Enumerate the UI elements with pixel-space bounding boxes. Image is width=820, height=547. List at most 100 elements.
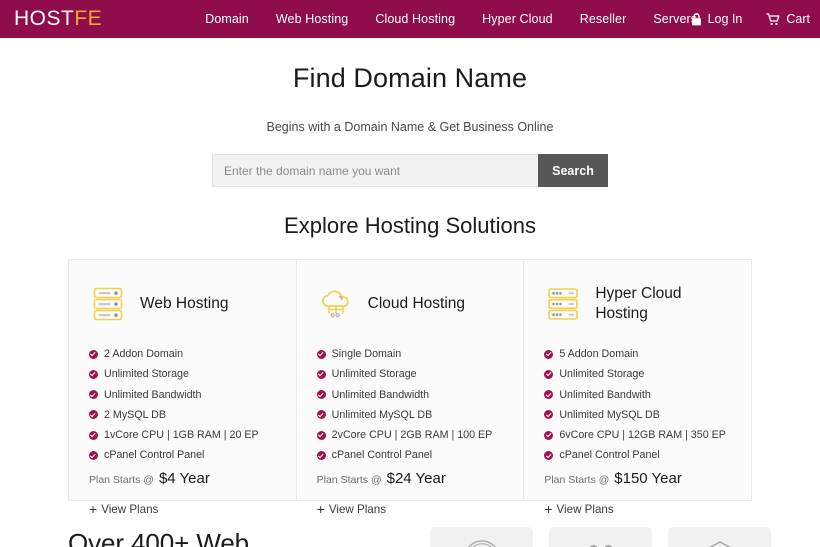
header-actions: Log In Cart	[691, 0, 810, 38]
login-label: Log In	[707, 12, 743, 26]
plan-feature-list: Single Domain Unlimited Storage Unlimite…	[316, 348, 504, 462]
cart-button[interactable]: Cart	[766, 12, 810, 26]
check-icon	[89, 450, 98, 460]
check-icon	[316, 430, 326, 440]
domain-search-button[interactable]: Search	[538, 154, 608, 187]
feature-label: 2 Addon Domain	[104, 348, 184, 360]
feature-label: cPanel Control Panel	[331, 449, 433, 462]
plan-feature: 1vCore CPU | 1GB RAM | 20 EP	[89, 429, 276, 441]
plan-title: Web Hosting	[140, 294, 229, 312]
hosting-plan-cards: Web Hosting 2 Addon Domain Unlimited Sto…	[68, 259, 752, 516]
check-icon	[316, 349, 326, 359]
plan-feature: 2 Addon Domain	[89, 348, 276, 360]
plan-feature: cPanel Control Panel	[544, 449, 731, 461]
domain-search-input[interactable]	[212, 154, 538, 187]
joomla-icon	[582, 539, 620, 547]
nav-item-hyper-cloud[interactable]: Hyper Cloud	[482, 12, 553, 26]
feature-label: Single Domain	[331, 348, 402, 360]
price-value: $4 Year	[158, 470, 210, 488]
feature-label: Unlimited Bandwith	[559, 388, 651, 401]
check-icon	[544, 390, 554, 400]
app-tile-joomla[interactable]	[549, 527, 652, 547]
check-icon	[316, 369, 326, 379]
feature-label: 6vCore CPU | 12GB RAM | 350 EP	[559, 429, 726, 442]
plan-card-header: Cloud Hosting	[317, 279, 504, 329]
check-icon	[544, 349, 554, 359]
feature-label: 2vCore CPU | 2GB RAM | 100 EP	[331, 429, 493, 442]
plus-icon: +	[316, 501, 325, 518]
solutions-heading: Explore Hosting Solutions	[284, 213, 536, 238]
check-icon	[544, 369, 554, 379]
app-tile-wordpress[interactable]	[430, 527, 533, 547]
feature-label: Unlimited Bandwidth	[104, 388, 202, 401]
plan-feature-list: 5 Addon Domain Unlimited Storage Unlimit…	[544, 348, 731, 461]
plan-feature: Unlimited Bandwidth	[316, 388, 504, 401]
check-icon	[544, 410, 554, 420]
feature-label: Unlimited MySQL DB	[331, 408, 433, 421]
plan-feature: Unlimited Storage	[89, 368, 276, 380]
check-icon	[316, 450, 326, 460]
plus-icon: +	[89, 501, 98, 518]
hero-subtitle: Begins with a Domain Name & Get Business…	[266, 120, 554, 134]
plan-card-web-hosting[interactable]: Web Hosting 2 Addon Domain Unlimited Sto…	[69, 260, 296, 516]
price-value: $150 Year	[614, 470, 682, 488]
plus-icon: +	[544, 501, 553, 518]
price-prefix: Plan Starts @	[89, 474, 154, 487]
cloud-network-icon	[317, 288, 355, 320]
plan-card-hyper-cloud-hosting[interactable]: Hyper Cloud Hosting 5 Addon Domain Unlim…	[523, 260, 751, 516]
apps-section: Over 400+ Web	[0, 527, 820, 547]
feature-label: Unlimited Storage	[331, 368, 417, 381]
check-icon	[316, 410, 326, 420]
plan-title: Hyper Cloud Hosting	[595, 284, 682, 322]
logo-accent: FE	[74, 7, 103, 30]
app-tile-magento[interactable]	[668, 527, 771, 547]
plan-feature: 6vCore CPU | 12GB RAM | 350 EP	[544, 429, 731, 441]
site-header: HOSTFE Domain Web Hosting Cloud Hosting …	[0, 0, 820, 38]
nav-item-reseller[interactable]: Reseller	[580, 12, 627, 26]
feature-label: Unlimited Bandwidth	[331, 388, 430, 401]
check-icon	[89, 349, 98, 359]
plan-feature: Single Domain	[316, 348, 504, 360]
cart-icon	[766, 12, 780, 26]
plan-feature: Unlimited MySQL DB	[316, 408, 504, 421]
view-plans-label: View Plans	[328, 502, 387, 516]
nav-item-web-hosting[interactable]: Web Hosting	[276, 12, 348, 26]
plan-feature: Unlimited Storage	[316, 368, 504, 381]
plan-feature: 5 Addon Domain	[544, 348, 731, 360]
view-plans-link[interactable]: + View Plans	[317, 502, 386, 516]
logo-primary: HOST	[14, 7, 75, 30]
plan-feature: Unlimited MySQL DB	[544, 409, 731, 421]
lock-icon	[691, 12, 702, 26]
price-value: $24 Year	[386, 470, 446, 488]
plan-title: Cloud Hosting	[367, 294, 466, 312]
feature-label: 5 Addon Domain	[559, 348, 639, 360]
site-logo[interactable]: HOSTFE	[14, 7, 102, 31]
plan-price: Plan Starts @ $150 Year	[544, 470, 731, 487]
login-button[interactable]: Log In	[691, 12, 743, 26]
plan-feature: 2 MySQL DB	[89, 409, 276, 421]
hero-section: Find Domain Name Begins with a Domain Na…	[0, 38, 820, 187]
plan-price: Plan Starts @ $24 Year	[317, 470, 504, 487]
view-plans-link[interactable]: + View Plans	[89, 502, 158, 516]
wordpress-icon	[463, 539, 501, 547]
check-icon	[89, 430, 98, 440]
plan-feature: cPanel Control Panel	[89, 449, 276, 461]
feature-label: 2 MySQL DB	[104, 408, 166, 421]
check-icon	[544, 430, 554, 440]
plan-card-cloud-hosting[interactable]: Cloud Hosting Single Domain Unlimited St…	[295, 260, 524, 516]
server-rack-icon	[89, 287, 127, 321]
feature-label: Unlimited MySQL DB	[559, 408, 660, 421]
plan-feature: Unlimited Bandwith	[544, 389, 731, 401]
nav-item-cloud-hosting[interactable]: Cloud Hosting	[375, 12, 455, 26]
server-stack-icon	[544, 287, 582, 321]
plan-feature: cPanel Control Panel	[316, 449, 504, 462]
view-plans-link[interactable]: + View Plans	[544, 502, 613, 516]
apps-heading: Over 400+ Web	[68, 528, 250, 547]
nav-item-domain[interactable]: Domain	[205, 12, 249, 26]
view-plans-label: View Plans	[101, 502, 159, 516]
feature-label: Unlimited Storage	[559, 368, 645, 381]
view-plans-label: View Plans	[556, 502, 614, 516]
plan-price: Plan Starts @ $4 Year	[89, 470, 276, 487]
feature-label: 1vCore CPU | 1GB RAM | 20 EP	[104, 429, 259, 442]
page-title: Find Domain Name	[292, 63, 528, 93]
